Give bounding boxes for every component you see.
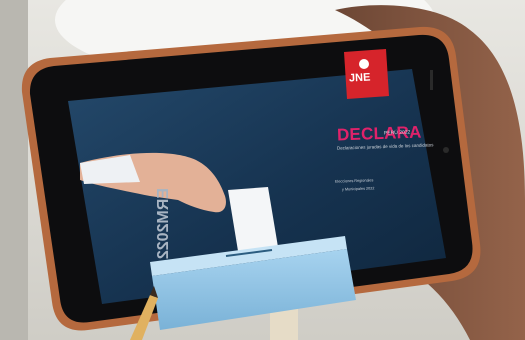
left-edge xyxy=(0,0,28,340)
logo-text: JNE xyxy=(348,71,371,85)
vertical-mark: ERM2022 xyxy=(155,188,172,260)
photo-scene: JNE DECLARA PERÚ 2022 Declaraciones jura… xyxy=(0,0,525,340)
logo-emblem xyxy=(359,59,369,69)
phone-camera xyxy=(443,147,449,153)
headline-suffix: PERÚ 2022 xyxy=(383,129,411,137)
photo-illustration xyxy=(0,0,525,340)
phone-sensor xyxy=(430,70,433,90)
